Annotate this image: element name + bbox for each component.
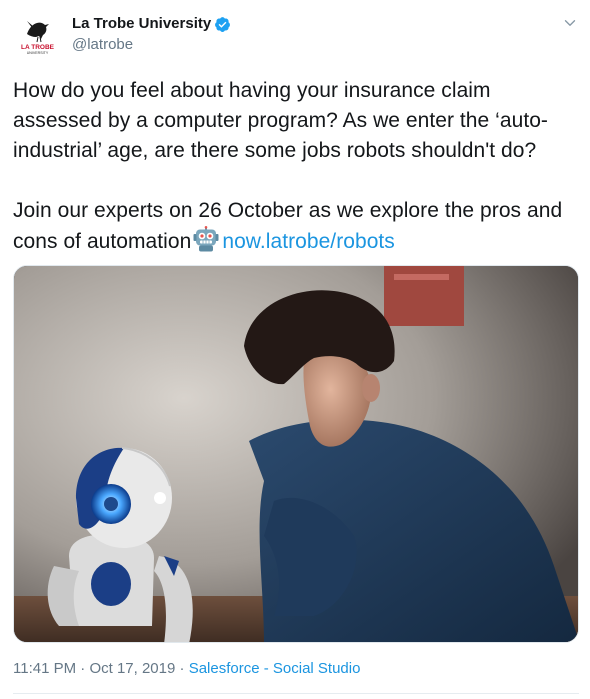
logo-subtext: UNIVERSITY [27, 51, 49, 55]
logo-text: LA TROBE [21, 44, 55, 51]
tweet-paragraph-1: How do you feel about having your insura… [13, 79, 548, 162]
avatar[interactable]: LA TROBE UNIVERSITY [13, 10, 62, 59]
la-trobe-logo-icon: LA TROBE UNIVERSITY [13, 10, 62, 59]
robot-face-emoji [193, 226, 219, 252]
display-name[interactable]: La Trobe University [72, 14, 231, 34]
tweet-source[interactable]: Salesforce - Social Studio [189, 660, 361, 677]
divider [13, 693, 579, 694]
verified-badge-icon [215, 16, 231, 32]
account-names: La Trobe University @latrobe [72, 14, 231, 55]
tweet-photo[interactable] [13, 265, 579, 643]
tweet-card: LA TROBE UNIVERSITY La Trobe University … [0, 0, 590, 699]
tweet-date[interactable]: Oct 17, 2019 [89, 660, 175, 677]
chevron-down-icon[interactable] [561, 14, 579, 32]
tweet-link[interactable]: now.latrobe/robots [222, 230, 395, 253]
photo-robot-and-student [14, 266, 578, 642]
tweet-paragraph-2: Join our experts on 26 October as we exp… [13, 196, 579, 257]
tweet-text: How do you feel about having your insura… [13, 76, 579, 257]
tweet-header: LA TROBE UNIVERSITY La Trobe University … [13, 10, 579, 60]
account-handle[interactable]: @latrobe [72, 35, 231, 55]
display-name-text[interactable]: La Trobe University [72, 14, 211, 34]
meta-separator: · [80, 660, 86, 677]
meta-separator-2: · [179, 660, 185, 677]
tweet-time[interactable]: 11:41 PM [13, 660, 76, 677]
tweet-meta: 11:41 PM · Oct 17, 2019 · Salesforce - S… [13, 658, 360, 680]
